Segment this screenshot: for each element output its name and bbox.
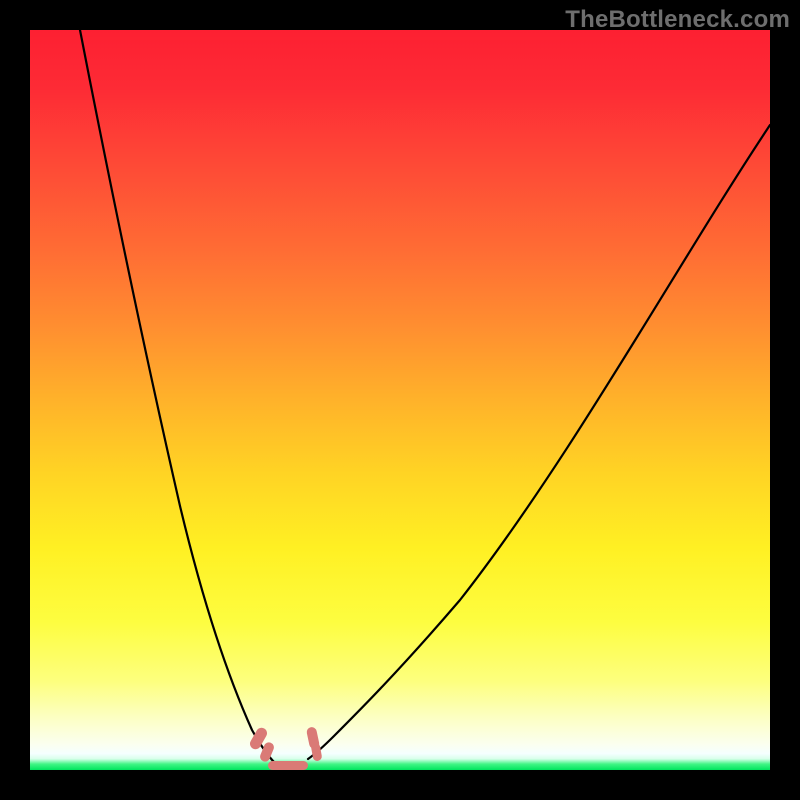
curve-left-branch <box>80 30 277 765</box>
bottleneck-curves <box>30 30 770 770</box>
watermark-text: TheBottleneck.com <box>565 6 790 34</box>
chart-outer: TheBottleneck.com <box>0 0 800 800</box>
marker-bottom <box>268 761 308 770</box>
plot-area <box>30 30 770 770</box>
curve-right-branch <box>308 125 770 759</box>
